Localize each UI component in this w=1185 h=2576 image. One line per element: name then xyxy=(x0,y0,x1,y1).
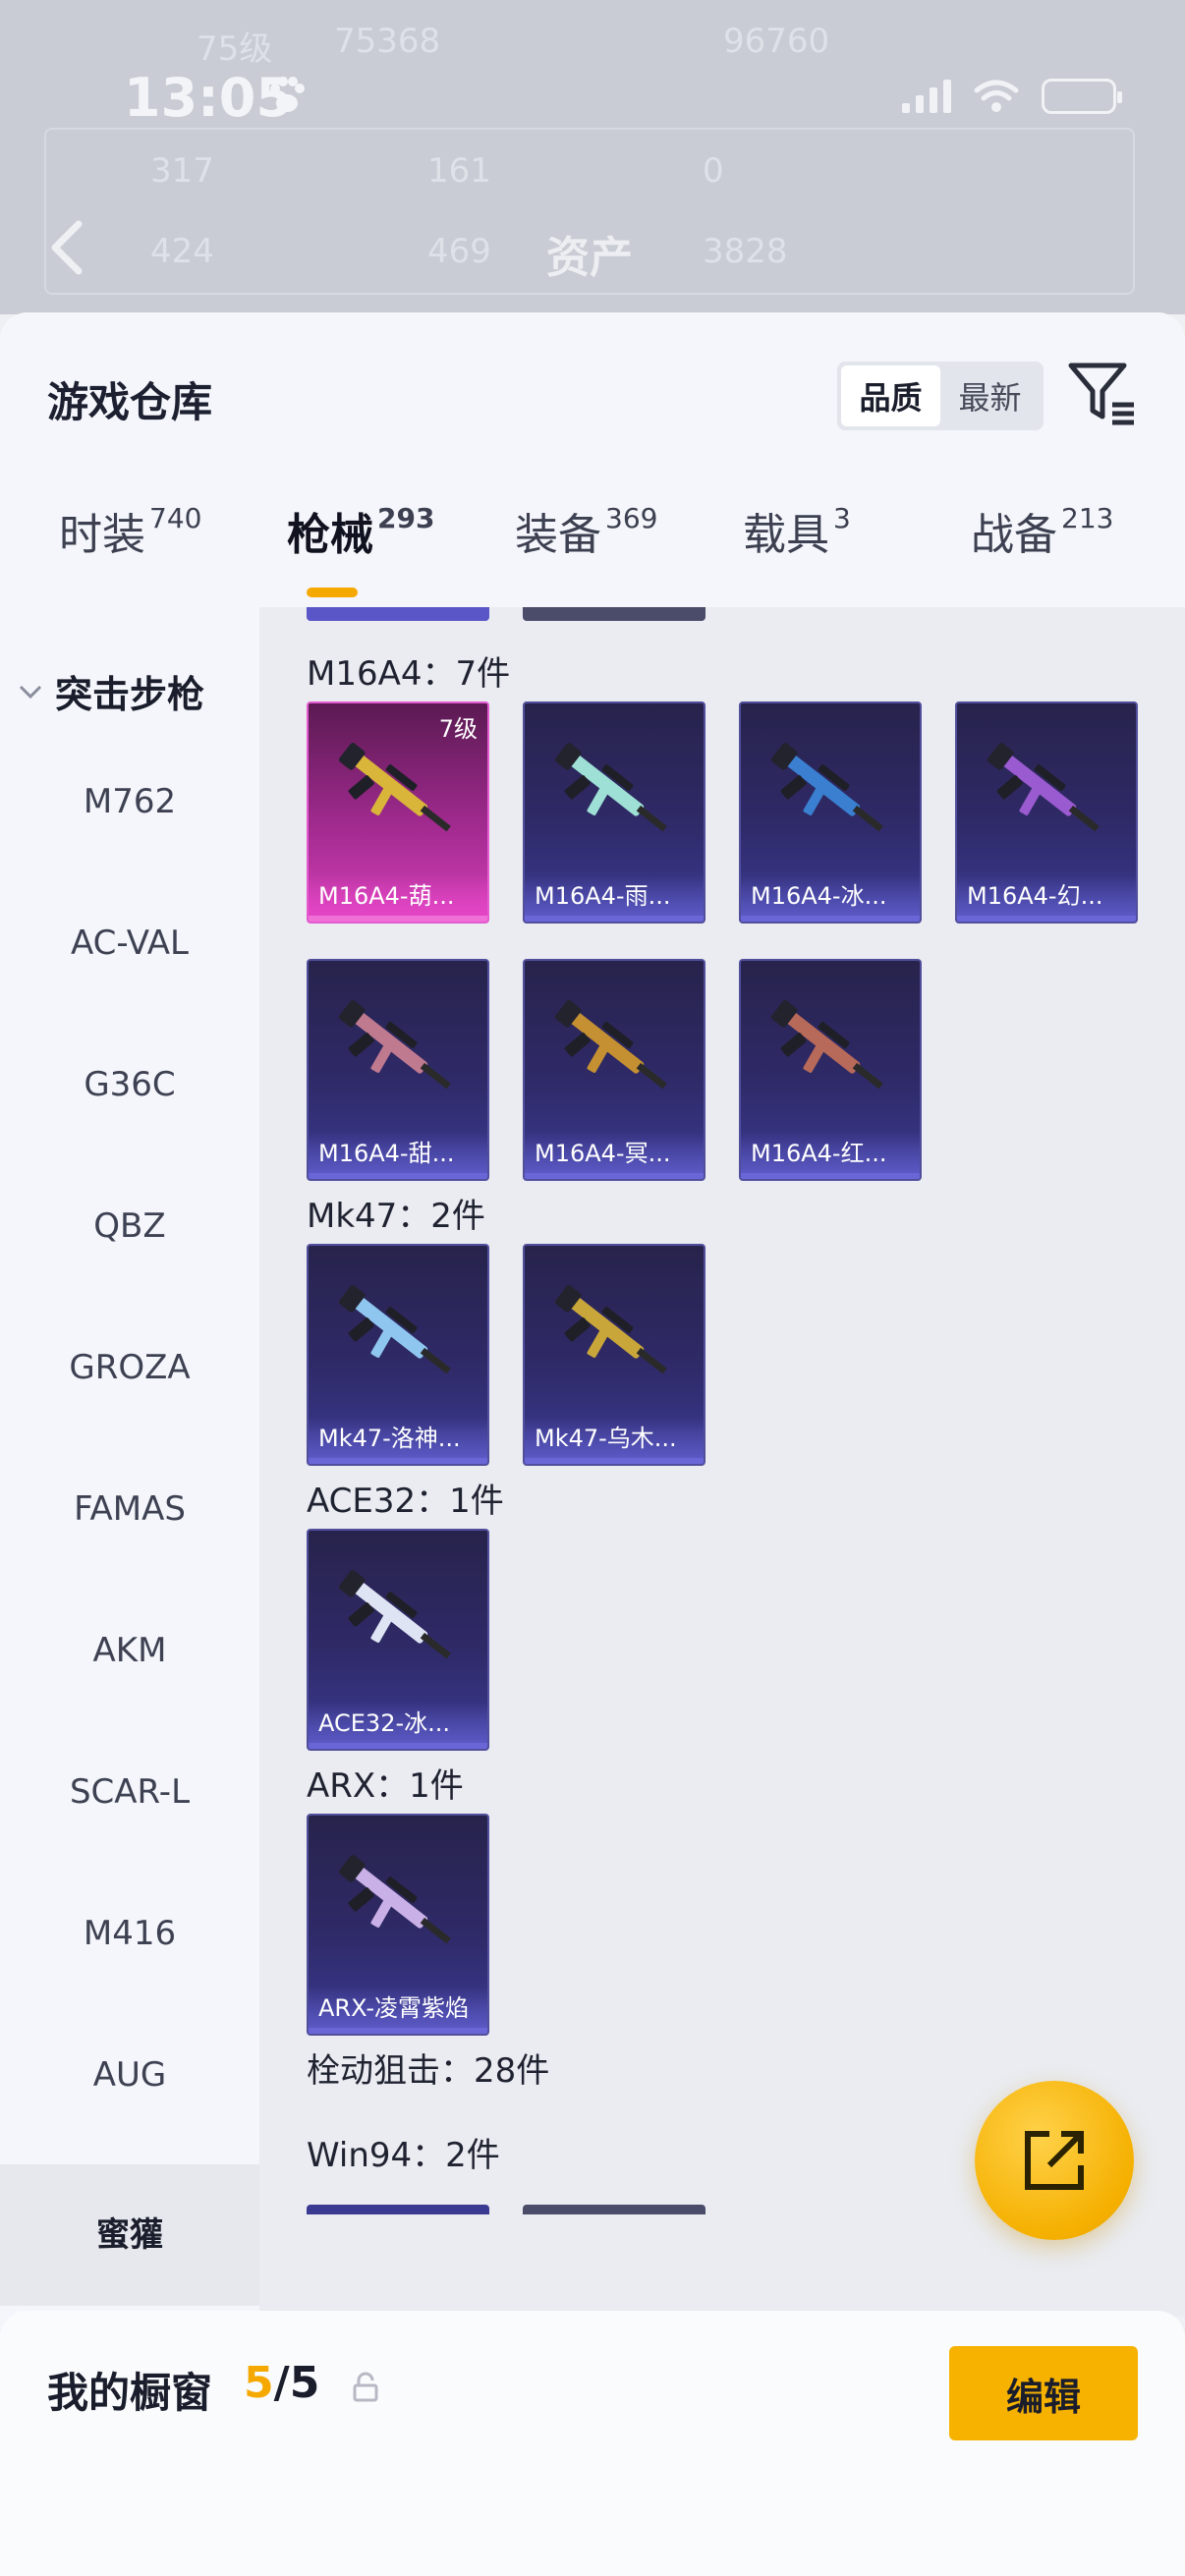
paw-icon xyxy=(270,77,305,112)
weapon-card[interactable]: 7级 M16A4-葫... xyxy=(307,701,489,924)
sidebar-item-akm[interactable]: AKM xyxy=(0,1631,259,1670)
warehouse-sheet: 游戏仓库 品质 最新 时装 740 枪械 293 装备 369 载具 3 战备 213 突… xyxy=(0,312,1185,2576)
sidebar-item-honey-badger[interactable]: 蜜獾 xyxy=(0,2164,259,2306)
warehouse-title: 游戏仓库 xyxy=(47,378,213,426)
card-partial xyxy=(523,2205,705,2214)
weapon-card[interactable]: ARX-凌霄紫焰 xyxy=(307,1814,489,2036)
weapon-card-name: Mk47-乌木... xyxy=(525,1417,704,1464)
weapon-group-label: M16A4：7件 xyxy=(307,654,511,694)
weapon-card-name: Mk47-洛神... xyxy=(309,1417,487,1464)
card-partial xyxy=(307,2205,489,2214)
sidebar-item-famas[interactable]: FAMAS xyxy=(0,1489,259,1529)
weapon-card-name: M16A4-幻... xyxy=(957,874,1136,922)
rifle-icon xyxy=(338,1570,451,1659)
weapon-grid: M16A4：7件 7级 M16A4-葫... M16A4-雨... M16A4-冰...… xyxy=(259,607,1185,2317)
edit-button[interactable]: 编辑 xyxy=(949,2346,1138,2440)
rifle-icon xyxy=(338,1000,451,1090)
background-page-title: 资产 xyxy=(546,233,633,283)
bg-stat: 469 xyxy=(427,232,491,271)
bg-stat: 0 xyxy=(703,151,724,191)
sidebar-item-ac-val[interactable]: AC-VAL xyxy=(0,924,259,963)
weapon-group-label: 栓动狙击：28件 xyxy=(307,2051,550,2091)
weapon-card-name: M16A4-冥... xyxy=(525,1132,704,1179)
weapon-group-label: Win94：2件 xyxy=(307,2136,500,2175)
weapon-type-sidebar: 突击步枪 M762 AC-VAL G36C QBZ GROZA FAMAS AK… xyxy=(0,607,259,2474)
battery-icon xyxy=(1042,79,1122,114)
external-link-icon xyxy=(1025,2131,1084,2190)
bg-stat: 96760 xyxy=(723,22,830,61)
lock-icon xyxy=(353,2372,378,2402)
level-badge: 7级 xyxy=(438,715,478,743)
rifle-icon xyxy=(554,1000,667,1090)
tab-vehicles[interactable]: 载具 3 xyxy=(743,499,851,562)
weapon-card-name: ARX-凌霄紫焰 xyxy=(309,1987,487,2034)
sidebar-item-groza[interactable]: GROZA xyxy=(0,1348,259,1387)
sidebar-group-assault-rifles[interactable]: 突击步枪 xyxy=(18,664,204,718)
weapon-card[interactable]: ACE32-冰... xyxy=(307,1529,489,1751)
rifle-icon xyxy=(338,743,451,832)
weapon-card[interactable]: Mk47-乌木... xyxy=(523,1244,705,1466)
wifi-icon xyxy=(974,80,1019,112)
sort-option-quality[interactable]: 品质 xyxy=(841,365,940,426)
card-partial xyxy=(307,607,489,621)
rifle-icon xyxy=(554,1285,667,1374)
rifle-icon xyxy=(338,1855,451,1944)
showcase-label: 我的橱窗 xyxy=(47,2369,213,2417)
chevron-down-icon xyxy=(19,685,42,699)
sort-option-newest[interactable]: 最新 xyxy=(940,365,1040,426)
bg-stat: 3828 xyxy=(703,232,788,271)
weapon-card-name: M16A4-红... xyxy=(741,1132,920,1179)
filter-icon[interactable] xyxy=(1067,360,1138,428)
rifle-icon xyxy=(987,743,1100,832)
showcase-bar: 我的橱窗 5/5 编辑 xyxy=(0,2311,1185,2576)
bg-stat: 317 xyxy=(150,151,214,191)
sidebar-group-label: 突击步枪 xyxy=(55,673,205,716)
bg-stat: 75级 xyxy=(197,29,273,69)
weapon-card[interactable]: M16A4-甜... xyxy=(307,959,489,1181)
weapon-card[interactable]: Mk47-洛神... xyxy=(307,1244,489,1466)
weapon-card[interactable]: M16A4-冥... xyxy=(523,959,705,1181)
sidebar-item-g36c[interactable]: G36C xyxy=(0,1065,259,1104)
weapon-card[interactable]: M16A4-幻... xyxy=(955,701,1138,924)
bg-stat: 161 xyxy=(427,151,491,191)
category-tabs: 时装 740 枪械 293 装备 369 载具 3 战备 213 xyxy=(0,499,1185,607)
rifle-icon xyxy=(770,743,883,832)
weapon-card-name: ACE32-冰... xyxy=(309,1702,487,1749)
tab-fashion[interactable]: 时装 740 xyxy=(59,499,201,562)
weapon-card[interactable]: M16A4-红... xyxy=(739,959,922,1181)
weapon-card[interactable]: M16A4-冰... xyxy=(739,701,922,924)
tab-supplies[interactable]: 战备 213 xyxy=(971,499,1113,562)
signal-icon xyxy=(902,80,951,113)
sidebar-item-scar-l[interactable]: SCAR-L xyxy=(0,1772,259,1812)
weapon-group-label: ACE32：1件 xyxy=(307,1482,504,1521)
rifle-icon xyxy=(770,1000,883,1090)
sidebar-item-qbz[interactable]: QBZ xyxy=(0,1206,259,1246)
status-icons xyxy=(902,79,1122,114)
background-header: 75级 75368 96760 13:05 317 161 0 424 469 … xyxy=(0,0,1185,314)
rifle-icon xyxy=(338,1285,451,1374)
weapon-group-label: ARX：1件 xyxy=(307,1766,464,1806)
sheet-header: 游戏仓库 品质 最新 时装 740 枪械 293 装备 369 载具 3 战备 213 xyxy=(0,312,1185,607)
bg-stat: 75368 xyxy=(334,22,441,61)
weapon-card-name: M16A4-冰... xyxy=(741,874,920,922)
sidebar-item-m416[interactable]: M416 xyxy=(0,1914,259,1953)
back-icon[interactable] xyxy=(47,218,86,277)
sort-toggle: 品质 最新 xyxy=(837,362,1044,430)
showcase-count: 5/5 xyxy=(244,2358,320,2408)
card-partial xyxy=(523,607,705,621)
weapon-card[interactable]: M16A4-雨... xyxy=(523,701,705,924)
weapon-card-name: M16A4-葫... xyxy=(309,874,487,922)
weapon-group-label: Mk47：2件 xyxy=(307,1197,485,1236)
active-tab-indicator xyxy=(307,588,358,597)
tab-equipment[interactable]: 装备 369 xyxy=(515,499,657,562)
sidebar-item-aug[interactable]: AUG xyxy=(0,2055,259,2095)
share-button[interactable] xyxy=(975,2081,1134,2240)
weapon-card-name: M16A4-甜... xyxy=(309,1132,487,1179)
weapon-card-name: M16A4-雨... xyxy=(525,874,704,922)
bg-stat: 424 xyxy=(150,232,214,271)
tab-firearms[interactable]: 枪械 293 xyxy=(287,499,434,562)
rifle-icon xyxy=(554,743,667,832)
sidebar-item-m762[interactable]: M762 xyxy=(0,782,259,821)
